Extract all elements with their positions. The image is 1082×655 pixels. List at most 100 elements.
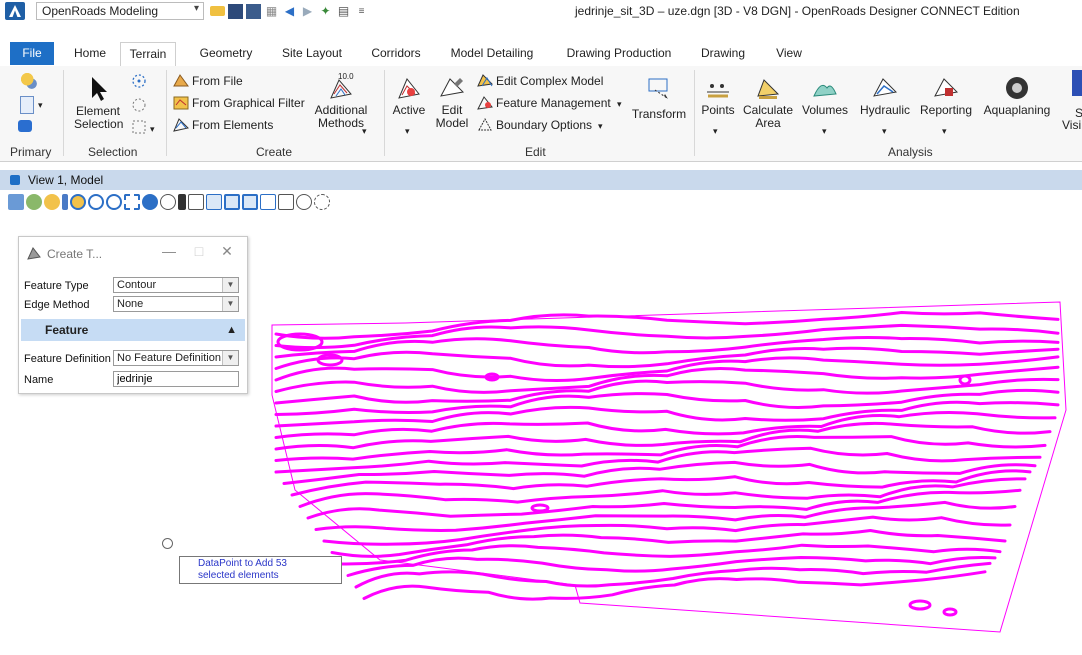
redo-icon[interactable]: ▶ — [300, 4, 315, 19]
select-circle-icon[interactable] — [130, 72, 148, 90]
clip-volume-icon[interactable] — [62, 194, 68, 210]
ribbon: ▾ Primary Element Selection ▾ Selection … — [0, 66, 1082, 162]
transform-button[interactable]: Transform — [628, 74, 690, 121]
from-graphical-filter-button[interactable]: From Graphical Filter — [192, 96, 305, 110]
print-icon[interactable]: ▤ — [336, 4, 351, 19]
datapoint-tooltip: DataPoint to Add 53 selected elements — [179, 556, 342, 584]
hydraulic-button[interactable]: Hydraulic — [854, 74, 916, 117]
chevron-down-icon[interactable]: ▾ — [150, 122, 155, 136]
from-elements-icon — [173, 118, 190, 132]
tab-model-detailing[interactable]: Model Detailing — [444, 42, 540, 66]
chevron-down-icon[interactable]: ▾ — [598, 119, 603, 133]
view-attributes-icon[interactable] — [8, 194, 24, 210]
edge-method-value: None — [117, 298, 144, 310]
name-input[interactable] — [113, 371, 239, 387]
save-settings-icon[interactable] — [246, 3, 261, 19]
select-dashed-circle-icon[interactable] — [130, 96, 148, 114]
calculate-area-button[interactable]: Calculate Area — [740, 74, 796, 130]
tab-terrain[interactable]: Terrain — [120, 42, 176, 66]
volumes-button[interactable]: Volumes — [798, 74, 852, 117]
workflow-selector[interactable]: OpenRoads Modeling ▾ — [36, 2, 204, 20]
tab-corridors[interactable]: Corridors — [363, 42, 429, 66]
lighting-icon[interactable] — [44, 194, 60, 210]
chevron-down-icon: ▼ — [222, 278, 238, 292]
tab-site-layout[interactable]: Site Layout — [274, 42, 350, 66]
feature-type-select[interactable]: Contour ▼ — [113, 277, 239, 293]
minimize-icon[interactable]: — — [159, 243, 179, 259]
view-toolbar — [8, 192, 330, 212]
tab-view[interactable]: View — [768, 42, 810, 66]
boundary-options-icon — [478, 117, 492, 131]
boundary-options-button[interactable]: Boundary Options — [496, 118, 592, 132]
tab-home[interactable]: Home — [66, 42, 114, 66]
camera-icon[interactable] — [242, 194, 258, 210]
feature-definition-select[interactable]: No Feature Definition ▼ — [113, 350, 239, 366]
save-icon[interactable] — [228, 3, 243, 19]
attributes-icon[interactable] — [18, 120, 32, 132]
active-terrain-icon — [398, 78, 420, 99]
contour-loop — [958, 374, 972, 386]
edge-method-select[interactable]: None ▼ — [113, 296, 239, 312]
feature-management-button[interactable]: Feature Management — [496, 96, 611, 110]
element-selection-label: Element Selection — [74, 104, 124, 131]
explorer-icon[interactable] — [20, 72, 38, 90]
feature-section-header[interactable]: Feature ▲ — [21, 319, 245, 341]
tab-file[interactable]: File — [10, 42, 54, 65]
rotate-view-icon[interactable] — [142, 194, 158, 210]
calculate-area-label: Calculate Area — [742, 103, 794, 130]
cursor-circle-icon — [162, 538, 173, 549]
tab-drawing-production[interactable]: Drawing Production — [560, 42, 678, 66]
transform-label: Transform — [631, 107, 687, 121]
open-folder-icon[interactable] — [210, 6, 225, 16]
select-block-icon[interactable] — [130, 118, 148, 136]
copy-view-icon[interactable] — [224, 194, 240, 210]
visibility-label-partial-2[interactable]: Visi — [1062, 118, 1081, 132]
contour-line — [274, 323, 1060, 350]
feature-type-value: Contour — [117, 279, 157, 291]
from-file-button[interactable]: From File — [192, 74, 243, 88]
display-style-icon[interactable] — [26, 194, 42, 210]
view-previous-icon[interactable] — [188, 194, 204, 210]
properties-icon[interactable] — [20, 96, 34, 114]
fit-view-icon[interactable] — [124, 194, 140, 210]
aquaplaning-button[interactable]: Aquaplaning — [978, 74, 1056, 117]
element-selection-button[interactable]: Element Selection — [70, 74, 126, 131]
chevron-up-icon: ▲ — [226, 324, 237, 336]
chevron-down-icon: ▾ — [882, 126, 887, 136]
tools-icon[interactable] — [296, 194, 312, 210]
window-area-icon[interactable] — [106, 194, 122, 210]
terrain-tool-icon — [27, 247, 41, 260]
customize-qat-icon[interactable]: ≡ — [354, 4, 369, 19]
chevron-down-icon[interactable]: ▾ — [617, 97, 622, 111]
clip-icon[interactable] — [278, 194, 294, 210]
pan-view-icon[interactable] — [160, 194, 176, 210]
create-terrain-dialog: Create T... — □ ✕ Feature Type Contour ▼… — [18, 236, 248, 394]
aquaplaning-label: Aquaplaning — [983, 103, 1051, 117]
hydraulic-label: Hydraulic — [859, 103, 910, 117]
compress-icon[interactable]: ▦ — [264, 4, 279, 19]
view-next-icon[interactable] — [206, 194, 222, 210]
reporting-button[interactable]: Reporting — [916, 74, 976, 117]
contour-line — [274, 410, 1057, 439]
from-elements-button[interactable]: From Elements — [192, 118, 273, 132]
contour-line — [274, 400, 1060, 428]
close-icon[interactable]: ✕ — [217, 243, 237, 260]
tab-drawing[interactable]: Drawing — [695, 42, 751, 66]
tab-geometry[interactable]: Geometry — [190, 42, 262, 66]
edit-complex-model-button[interactable]: Edit Complex Model — [496, 74, 603, 88]
saved-view-icon[interactable] — [314, 194, 330, 210]
zoom-out-icon[interactable] — [88, 194, 104, 210]
chevron-down-icon: ▾ — [362, 126, 367, 136]
points-button[interactable]: Points — [698, 74, 738, 117]
view-icon — [10, 175, 20, 185]
undo-icon[interactable]: ◀ — [282, 4, 297, 19]
edit-model-button[interactable]: Edit Model — [432, 74, 472, 130]
group-divider — [694, 70, 695, 156]
section-icon[interactable] — [260, 194, 276, 210]
chevron-down-icon[interactable]: ▾ — [38, 98, 43, 112]
zoom-in-icon[interactable] — [70, 194, 86, 210]
pin-icon[interactable]: ✦ — [318, 4, 333, 19]
walk-icon[interactable] — [178, 194, 186, 210]
active-button[interactable]: Active — [388, 74, 430, 117]
maximize-icon[interactable]: □ — [189, 243, 209, 259]
